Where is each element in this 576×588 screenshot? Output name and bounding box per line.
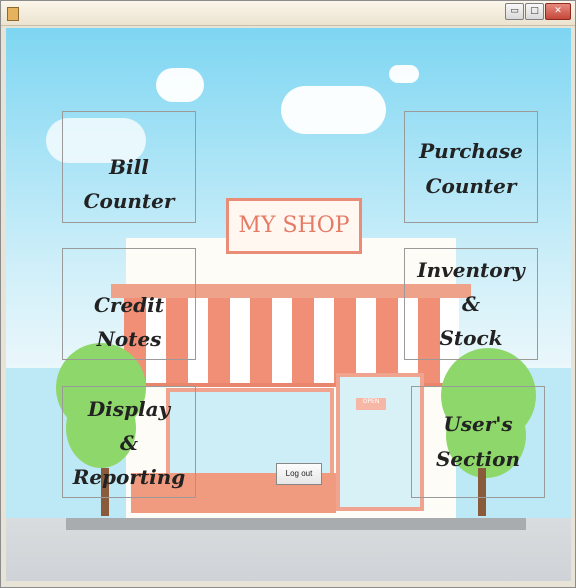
inventory-stock-label-line3: Stock: [439, 326, 503, 350]
shop-sign: MY SHOP: [226, 198, 362, 254]
shop-sign-text: MY SHOP: [238, 213, 350, 238]
purchase-counter-button[interactable]: Purchase Counter: [404, 111, 538, 223]
minimize-button[interactable]: ▭: [505, 3, 524, 20]
display-reporting-button[interactable]: Display & Reporting: [62, 386, 196, 498]
title-bar: ▭ □ ✕: [1, 1, 575, 26]
cloud-illustration: [156, 68, 204, 102]
logout-button[interactable]: Log out: [276, 463, 322, 485]
cloud-illustration: [389, 65, 419, 83]
inventory-stock-button[interactable]: Inventory & Stock: [404, 248, 538, 360]
credit-notes-label: Credit Notes: [94, 293, 164, 351]
display-reporting-label-line2: &: [119, 431, 139, 455]
users-section-label-line1: User's: [443, 412, 513, 436]
app-window: ▭ □ ✕ MY SHOP OPEN Bill Counter Purchase…: [0, 0, 576, 588]
bill-counter-label: Bill Counter: [83, 155, 175, 213]
bill-counter-button[interactable]: Bill Counter: [62, 111, 196, 223]
close-button[interactable]: ✕: [545, 3, 571, 20]
display-reporting-label-line1: Display: [87, 397, 171, 421]
inventory-stock-label-line2: &: [461, 292, 481, 316]
purchase-counter-label-line2: Counter: [425, 174, 517, 198]
window-controls: ▭ □ ✕: [505, 3, 571, 20]
cloud-illustration: [281, 86, 386, 134]
door-sign: OPEN: [356, 398, 386, 410]
users-section-button[interactable]: User's Section: [411, 386, 545, 498]
inventory-stock-label-line1: Inventory: [417, 258, 525, 282]
main-content: MY SHOP OPEN Bill Counter Purchase Count…: [6, 28, 571, 581]
display-reporting-label-line3: Reporting: [72, 465, 186, 489]
users-section-label-line2: Section: [435, 447, 521, 471]
credit-notes-button[interactable]: Credit Notes: [62, 248, 196, 360]
purchase-counter-label-line1: Purchase: [419, 139, 523, 163]
sidewalk: [66, 518, 526, 530]
app-icon: [7, 7, 19, 21]
maximize-button[interactable]: □: [525, 3, 544, 20]
